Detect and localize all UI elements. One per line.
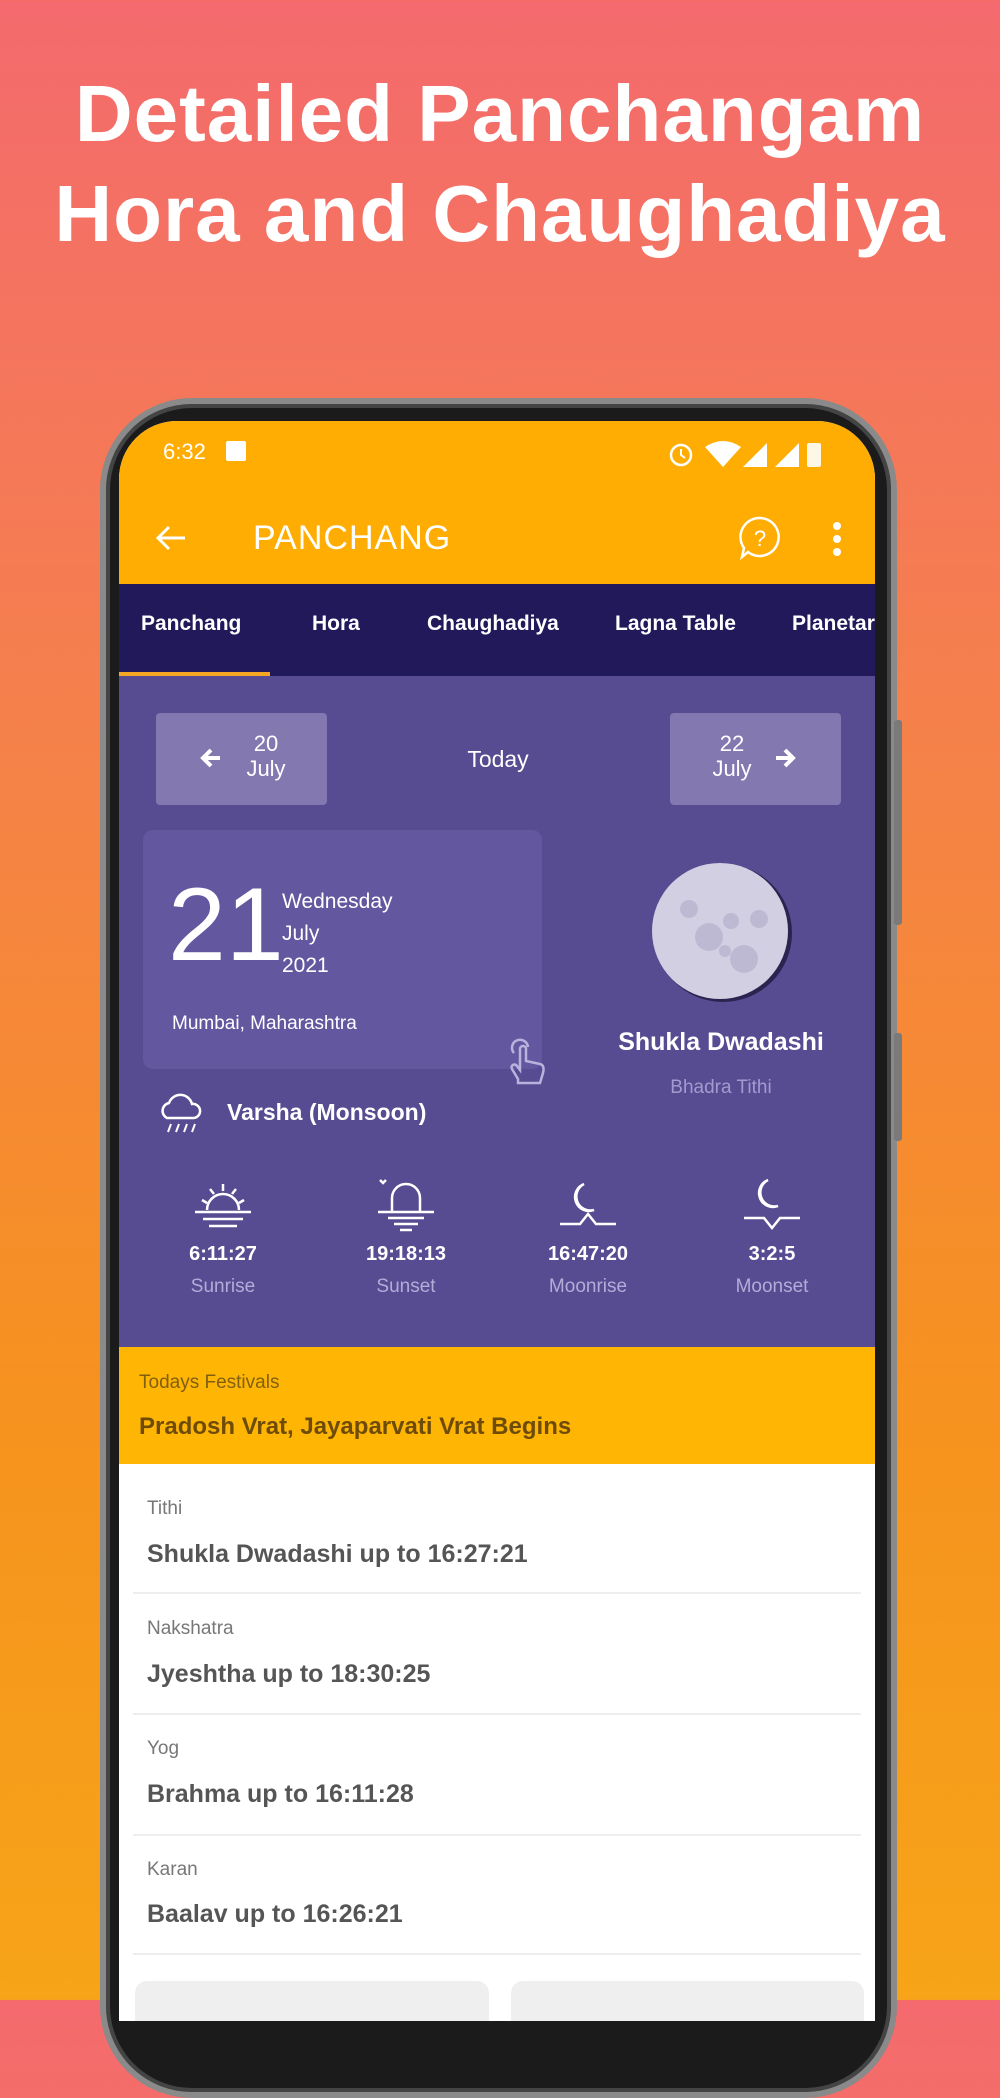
divider [133,1834,861,1836]
tab-bar: Panchang Hora Chaughadiya Lagna Table Pl… [119,584,875,676]
tab-lagna-table[interactable]: Lagna Table [615,612,736,636]
tithi-type: Bhadra Tithi [670,1077,772,1098]
moonset-time: 3:2:5 [748,1243,796,1265]
arrow-left-icon [200,748,220,768]
moonset-label: Moonset [735,1276,809,1297]
date-month: July [282,922,320,945]
today-button[interactable]: Today [467,746,528,773]
svg-text:?: ? [754,526,766,551]
next-month: July [712,756,752,781]
moonrise-item: 16:47:20 Moonrise [498,1176,678,1298]
moon-phase-name: Shukla Dwadashi [618,1028,824,1056]
volume-button [894,720,902,925]
page-title: PANCHANG [253,519,452,557]
moonset-item: 3:2:5 Moonset [682,1176,862,1298]
festivals-label: Todays Festivals [139,1372,280,1393]
headline-line1: Detailed Panchangam [74,69,926,158]
app-bar: PANCHANG ? [119,491,875,584]
festivals-value: Pradosh Vrat, Jayaparvati Vrat Begins [139,1413,572,1440]
signal-icon [743,443,767,467]
nakshatra-value: Jyeshtha up to 18:30:25 [147,1660,431,1688]
next-day-button[interactable]: 22 July [670,713,841,805]
nakshatra-label: Nakshatra [147,1618,234,1639]
sunrise-time: 6:11:27 [189,1243,257,1265]
headline-line2: Hora and Chaughadiya [54,169,946,258]
moonrise-label: Moonrise [548,1276,628,1297]
festivals-banner: Todays Festivals Pradosh Vrat, Jayaparva… [119,1347,875,1464]
tab-panchang[interactable]: Panchang [141,612,241,636]
more-vert-icon[interactable] [830,521,844,557]
date-card[interactable]: 21 Wednesday July 2021 Mumbai, Maharasht… [143,830,545,1085]
date-year: 2021 [282,954,329,977]
prev-day-button[interactable]: 20 July [156,713,327,805]
divider [133,1592,861,1594]
bottom-card-left[interactable] [135,1981,489,2021]
tab-hora[interactable]: Hora [312,612,360,636]
arrow-right-icon [776,748,796,768]
arrow-left-icon[interactable] [155,524,187,552]
location: Mumbai, Maharashtra [172,1013,357,1034]
alarm-icon [669,443,693,467]
status-bar: 6:32 [119,421,875,491]
yog-value: Brahma up to 16:11:28 [147,1780,414,1808]
battery-icon [807,443,821,467]
karan-label: Karan [147,1859,198,1880]
power-button [894,1033,902,1141]
moon-phase-image [652,863,792,1002]
sunset-label: Sunset [376,1276,436,1297]
tithi-label: Tithi [147,1498,183,1519]
sunrise-icon [195,1184,251,1228]
moonrise-icon [560,1182,616,1226]
status-time: 6:32 [163,439,206,464]
sunrise-label: Sunrise [190,1276,256,1297]
divider [133,1953,861,1955]
sunrise-item: 6:11:27 Sunrise [133,1176,313,1298]
image-icon [226,441,246,461]
date-weekday: Wednesday [282,890,393,913]
signal-icon [775,443,799,467]
panchang-panel: 20 July Today 22 July 21 Wednesday July … [119,676,875,1347]
next-day: 22 [719,731,745,756]
sunset-time: 19:18:13 [365,1243,447,1265]
headline: Detailed Panchangam Hora and Chaughadiya [0,64,1000,264]
prev-day: 20 [253,731,279,756]
help-chat-icon[interactable]: ? [737,515,783,561]
tithi-value: Shukla Dwadashi up to 16:27:21 [147,1540,528,1568]
sunset-icon [378,1179,434,1232]
moonset-icon [744,1178,800,1231]
season: Varsha (Monsoon) [227,1099,427,1125]
bottom-card-right[interactable] [511,1981,864,2021]
tab-chaughadiya[interactable]: Chaughadiya [427,612,559,636]
moonrise-time: 16:47:20 [547,1243,629,1265]
wifi-icon [705,441,741,467]
app-screen: 6:32 PANCHANG ? Panchang Hora Chaughadiy… [119,421,875,2021]
tab-planetary[interactable]: Planetar [792,612,875,636]
karan-value: Baalav up to 16:26:21 [147,1900,403,1928]
prev-month: July [246,756,286,781]
rain-cloud-icon [161,1093,202,1133]
tap-hand-icon [510,1038,545,1085]
date-day: 21 [168,867,284,983]
status-icons [669,441,821,467]
yog-label: Yog [147,1738,180,1759]
divider [133,1713,861,1715]
sunset-item: 19:18:13 Sunset [316,1176,496,1298]
